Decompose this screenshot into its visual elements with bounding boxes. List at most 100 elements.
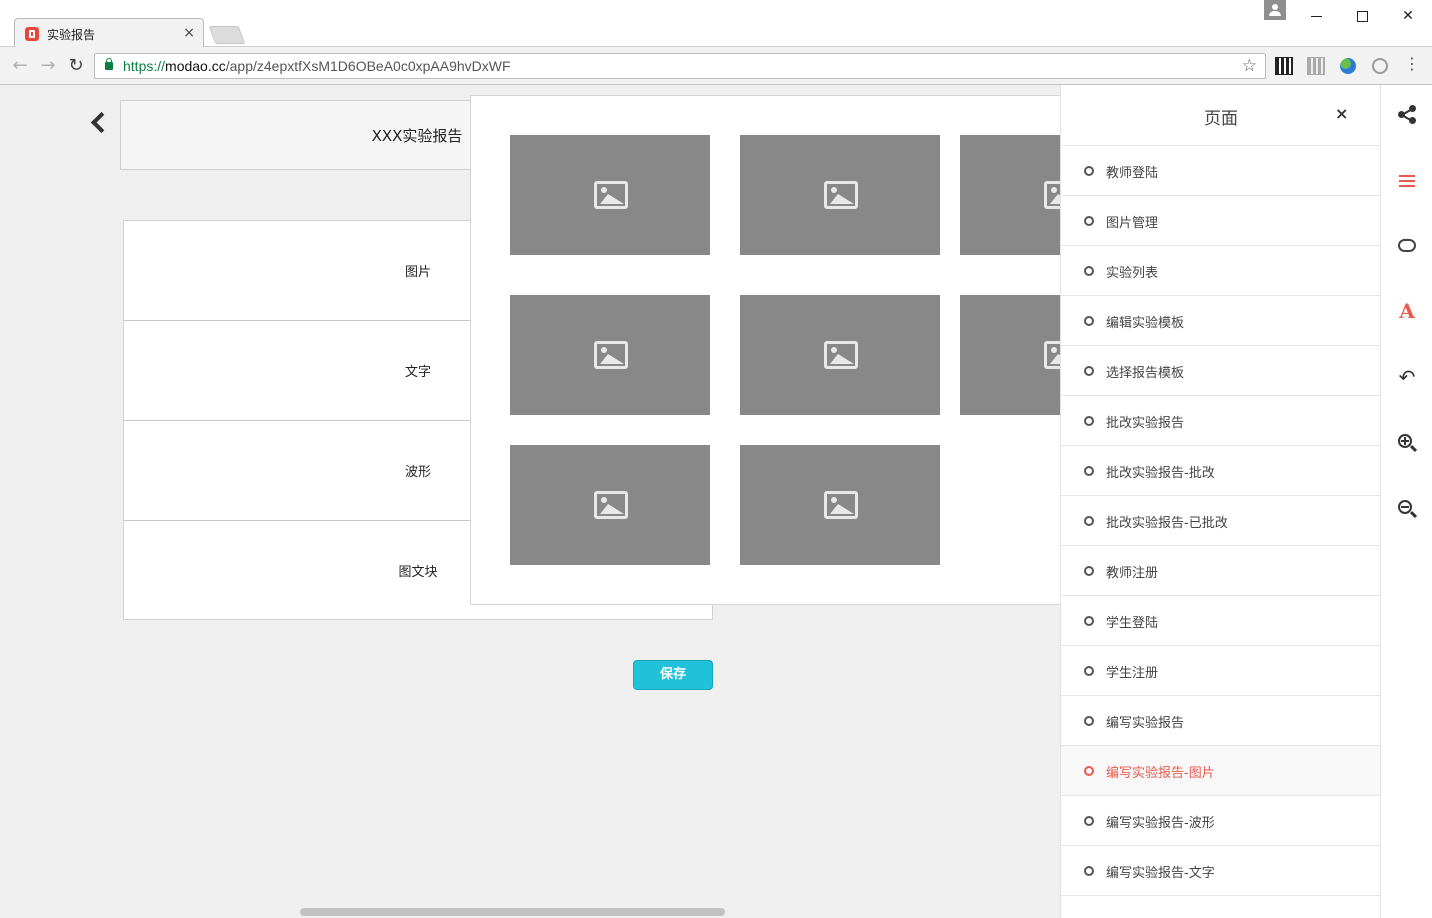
horizontal-scrollbar[interactable]: [300, 908, 725, 916]
circle-bullet-icon: [1084, 266, 1094, 276]
share-icon[interactable]: [1395, 103, 1419, 127]
image-placeholder[interactable]: [510, 295, 710, 415]
window-maximize-button[interactable]: [1352, 6, 1372, 26]
list-menu-icon[interactable]: [1395, 169, 1419, 193]
circle-bullet-icon: [1084, 816, 1094, 826]
tab-close-icon[interactable]: ×: [183, 25, 195, 41]
image-picker-popup: [470, 95, 1070, 605]
pages-panel-header: 页面 ×: [1061, 85, 1381, 146]
page-list-item[interactable]: 教师注册: [1061, 546, 1381, 596]
qr-code-extension-icon[interactable]: [1275, 57, 1293, 75]
comment-icon[interactable]: [1395, 235, 1419, 259]
bookmark-star-icon[interactable]: ☆: [1242, 56, 1257, 76]
tool-rail: A ↶: [1380, 85, 1432, 918]
url-host: modao.cc: [165, 58, 226, 74]
page-list-item[interactable]: 教师登陆: [1061, 146, 1381, 196]
circle-bullet-icon: [1084, 766, 1094, 776]
page-list-item[interactable]: 学生登陆: [1061, 596, 1381, 646]
image-icon: [824, 341, 858, 369]
circle-bullet-icon: [1084, 616, 1094, 626]
image-placeholder[interactable]: [740, 295, 940, 415]
circle-extension-icon[interactable]: [1372, 58, 1388, 74]
page-list-item-label: 教师注册: [1106, 566, 1159, 581]
image-placeholder[interactable]: [740, 445, 940, 565]
image-icon: [824, 181, 858, 209]
address-bar[interactable]: https://modao.cc/app/z4epxtfXsM1D6OBeA0c…: [94, 53, 1266, 79]
window-minimize-button[interactable]: [1306, 6, 1326, 26]
secure-lock-icon: [105, 58, 113, 70]
zoom-out-icon[interactable]: [1395, 497, 1419, 521]
circle-bullet-icon: [1084, 866, 1094, 876]
page-list-item-label: 批改实验报告-批改: [1106, 466, 1215, 481]
image-placeholder[interactable]: [960, 135, 1069, 255]
page-list-item[interactable]: 批改实验报告-已批改: [1061, 496, 1381, 546]
browser-menu-icon[interactable]: ⋮: [1404, 56, 1420, 73]
browser-toolbar: ← → ↻ https://modao.cc/app/z4epxtfXsM1D6…: [0, 47, 1432, 85]
page-list-item[interactable]: 编辑实验模板: [1061, 296, 1381, 346]
page-list-item-label: 编写实验报告-波形: [1106, 816, 1215, 831]
page-list-item[interactable]: 批改实验报告: [1061, 396, 1381, 446]
image-icon: [594, 181, 628, 209]
circle-bullet-icon: [1084, 666, 1094, 676]
page-list-item-label: 选择报告模板: [1106, 366, 1185, 381]
browser-titlebar: 实验报告 × ✕: [0, 0, 1432, 48]
page-list-item-label: 实验列表: [1106, 266, 1159, 281]
circle-bullet-icon: [1084, 566, 1094, 576]
image-placeholder[interactable]: [510, 445, 710, 565]
page-list-item-label: 学生注册: [1106, 666, 1159, 681]
page-list-item[interactable]: 图片管理: [1061, 196, 1381, 246]
page-list-item-label: 批改实验报告: [1106, 416, 1185, 431]
back-arrow-icon[interactable]: ←: [10, 56, 30, 76]
save-button[interactable]: 保存: [633, 660, 713, 690]
modao-favicon-icon: [25, 27, 39, 41]
circle-bullet-icon: [1084, 466, 1094, 476]
page-list-item-label: 批改实验报告-已批改: [1106, 516, 1228, 531]
page-list-item[interactable]: 批改实验报告-批改: [1061, 446, 1381, 496]
circle-bullet-icon: [1084, 166, 1094, 176]
chevron-left-icon[interactable]: [88, 109, 108, 135]
image-icon: [594, 491, 628, 519]
circle-bullet-icon: [1084, 216, 1094, 226]
font-icon[interactable]: A: [1395, 299, 1419, 323]
page-list-item-label: 编写实验报告: [1106, 716, 1185, 731]
page-list-item[interactable]: 编写实验报告: [1061, 696, 1381, 746]
pages-panel: 页面 × 教师登陆图片管理实验列表编辑实验模板 选择报告模板 批改实验报告批改实验报…: [1060, 85, 1381, 918]
globe-extension-icon[interactable]: [1340, 58, 1356, 74]
url-scheme: https://: [123, 58, 166, 74]
image-icon: [824, 491, 858, 519]
close-icon[interactable]: ×: [1335, 104, 1348, 123]
circle-bullet-icon: [1084, 716, 1094, 726]
page-list-item-label: 学生登陆: [1106, 616, 1159, 631]
window-close-button[interactable]: ✕: [1398, 6, 1418, 26]
page-list-item[interactable]: 实验列表: [1061, 246, 1381, 296]
page-list-item-label: 编辑实验模板: [1106, 316, 1185, 331]
circle-bullet-icon: [1084, 316, 1094, 326]
page-list-item-label: 编写实验报告-文字: [1106, 866, 1215, 881]
pages-panel-title: 页面: [1204, 109, 1238, 129]
page-list-item[interactable]: 编写实验报告-波形: [1061, 796, 1381, 846]
tab-title: 实验报告: [47, 28, 96, 42]
image-icon: [594, 341, 628, 369]
new-tab-button[interactable]: [208, 26, 246, 44]
zoom-in-icon[interactable]: [1395, 431, 1419, 455]
user-profile-icon[interactable]: [1264, 0, 1286, 20]
circle-bullet-icon: [1084, 366, 1094, 376]
browser-tab[interactable]: 实验报告 ×: [14, 18, 204, 48]
forward-arrow-icon[interactable]: →: [38, 56, 58, 76]
page-list-item-label: 图片管理: [1106, 216, 1159, 231]
page-list-item[interactable]: 编写实验报告-图片: [1061, 746, 1381, 796]
page-list-item-label: 编写实验报告-图片: [1106, 766, 1215, 781]
qr-code-disabled-extension-icon[interactable]: [1307, 57, 1325, 75]
image-placeholder[interactable]: [740, 135, 940, 255]
circle-bullet-icon: [1084, 516, 1094, 526]
page-list-item[interactable]: 学生注册: [1061, 646, 1381, 696]
undo-icon[interactable]: ↶: [1395, 365, 1419, 389]
page-list-item[interactable]: 编写实验报告-文字: [1061, 846, 1381, 896]
image-placeholder[interactable]: [960, 295, 1069, 415]
reload-icon[interactable]: ↻: [66, 56, 86, 76]
page-list-item[interactable]: 选择报告模板: [1061, 346, 1381, 396]
image-placeholder[interactable]: [510, 135, 710, 255]
page-list-item-label: 教师登陆: [1106, 166, 1159, 181]
prototype-viewport: XXX实验报告 图片 文字 波形 图文块 保存 页面 × 教师登陆 图片管理 实…: [0, 85, 1432, 918]
circle-bullet-icon: [1084, 416, 1094, 426]
